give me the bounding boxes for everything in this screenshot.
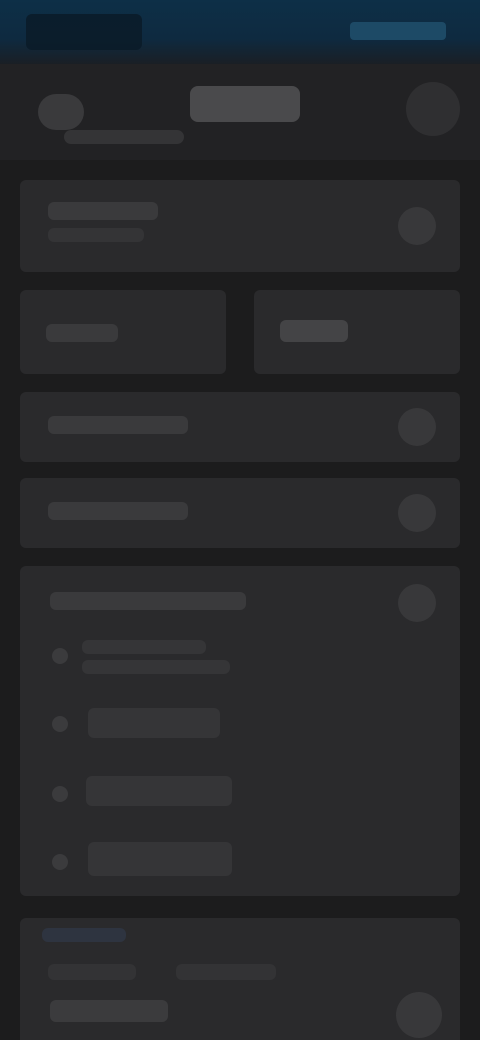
header-left[interactable] xyxy=(24,86,184,148)
list-item-icon xyxy=(52,716,68,732)
row-two-label xyxy=(48,502,188,520)
split-left-card[interactable] xyxy=(20,290,226,374)
list-item-sublabel xyxy=(82,660,230,674)
header-subtitle xyxy=(64,130,184,144)
status-time xyxy=(26,14,142,50)
list-item-label[interactable] xyxy=(88,708,220,738)
row-one-card[interactable] xyxy=(20,392,460,462)
top-card-label xyxy=(48,202,158,220)
action-icon[interactable] xyxy=(396,992,442,1038)
bottom-left-label xyxy=(48,964,136,980)
chevron-icon[interactable] xyxy=(398,494,436,532)
bottom-section xyxy=(20,918,460,1040)
top-card-sublabel xyxy=(48,228,144,242)
list-item-label[interactable] xyxy=(88,842,232,876)
list-item-icon xyxy=(52,854,68,870)
list-item-label[interactable] xyxy=(86,776,232,806)
row-one-label xyxy=(48,416,188,434)
page-title xyxy=(190,86,300,122)
top-card[interactable] xyxy=(20,180,460,272)
list-item-label[interactable] xyxy=(82,640,206,654)
expanded-card[interactable] xyxy=(20,566,460,896)
expanded-label xyxy=(50,592,246,610)
status-indicators xyxy=(350,22,446,40)
app-header xyxy=(0,64,480,160)
status-bar xyxy=(0,0,480,64)
row-two-card[interactable] xyxy=(20,478,460,548)
chevron-icon[interactable] xyxy=(398,207,436,245)
back-icon[interactable] xyxy=(38,94,84,130)
list-item-icon xyxy=(52,786,68,802)
chevron-icon[interactable] xyxy=(398,408,436,446)
bottom-right-label xyxy=(176,964,276,980)
chevron-icon[interactable] xyxy=(398,584,436,622)
split-right-card[interactable] xyxy=(254,290,460,374)
options-icon[interactable] xyxy=(406,82,460,136)
list-item-icon xyxy=(52,648,68,664)
bottom-value xyxy=(50,1000,168,1022)
bottom-section-title xyxy=(42,928,126,942)
split-right-label xyxy=(280,320,348,342)
split-left-label xyxy=(46,324,118,342)
